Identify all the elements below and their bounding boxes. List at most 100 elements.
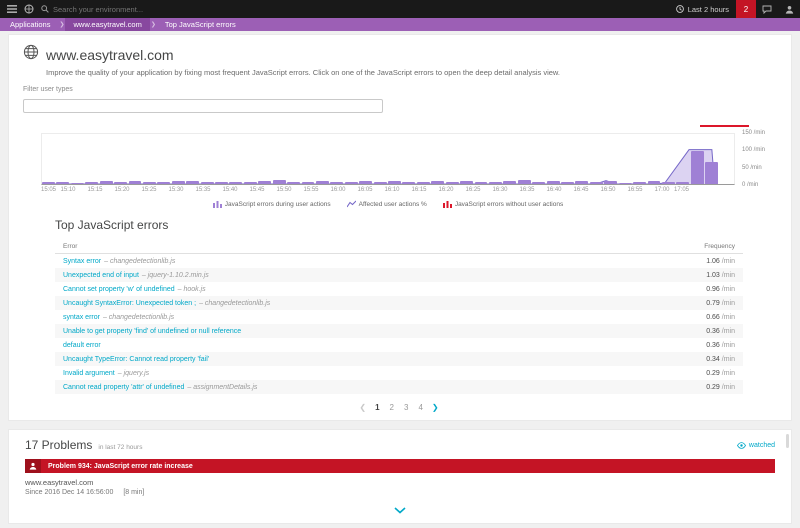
errors-bar[interactable] (215, 182, 228, 184)
errors-bar[interactable] (518, 180, 531, 184)
next-page-button[interactable]: ❯ (432, 403, 439, 412)
errors-bar[interactable] (575, 181, 588, 184)
page-button-1[interactable]: 1 (374, 403, 380, 412)
search-input[interactable] (53, 5, 203, 14)
errors-bar[interactable] (388, 181, 401, 184)
errors-bar[interactable] (431, 181, 444, 184)
error-table-row[interactable]: Syntax error – changedetectionlib.js 1.0… (55, 254, 743, 268)
time-range-selector[interactable]: Last 2 hours (676, 5, 729, 14)
errors-bar[interactable] (590, 182, 603, 184)
errors-bar[interactable] (446, 182, 459, 184)
errors-bar[interactable] (229, 182, 242, 184)
errors-bar[interactable] (302, 182, 315, 184)
error-link[interactable]: default error (63, 342, 101, 349)
breadcrumb-current-page[interactable]: Top JavaScript errors (157, 18, 244, 31)
errors-bar[interactable] (676, 182, 689, 184)
error-table-row[interactable]: Unable to get property 'find' of undefin… (55, 324, 743, 338)
error-table-row[interactable]: default error 0.36 /min (55, 338, 743, 352)
legend-errors-during-actions[interactable]: JavaScript errors during user actions (213, 200, 331, 208)
filter-user-types-input[interactable] (23, 99, 383, 113)
errors-bar[interactable] (475, 182, 488, 184)
page-button-3[interactable]: 3 (403, 403, 409, 412)
errors-bar[interactable] (345, 182, 358, 184)
errors-bar[interactable] (489, 182, 502, 184)
error-table-row[interactable]: Cannot read property 'attr' of undefined… (55, 380, 743, 394)
errors-bar[interactable] (258, 181, 271, 184)
error-table-row[interactable]: Uncaught TypeError: Cannot read property… (55, 352, 743, 366)
errors-bar[interactable] (85, 182, 98, 184)
errors-bar[interactable] (503, 181, 516, 184)
errors-bar[interactable] (604, 181, 617, 184)
errors-bar[interactable] (648, 181, 661, 184)
scrollbar-thumb[interactable] (786, 434, 789, 448)
errors-bar[interactable] (114, 182, 127, 184)
problem-duration: [8 min] (123, 489, 144, 496)
top-javascript-errors-section: Top JavaScript errors Error Frequency Sy… (55, 218, 743, 412)
error-link[interactable]: Unable to get property 'find' of undefin… (63, 328, 241, 335)
error-link[interactable]: Cannot set property 'w' of undefined (63, 286, 175, 293)
page-button-2[interactable]: 2 (389, 403, 395, 412)
table-header: Error Frequency (55, 241, 743, 254)
watched-toggle[interactable]: watched (737, 442, 775, 449)
errors-bar[interactable] (532, 182, 545, 184)
global-search[interactable] (41, 5, 203, 14)
problem-application-link[interactable]: www.easytravel.com (25, 478, 775, 487)
errors-bar[interactable] (201, 182, 214, 184)
errors-bar[interactable] (417, 182, 430, 184)
feedback-chat-icon[interactable] (756, 0, 778, 18)
problem-count-badge[interactable]: 2 (736, 0, 756, 18)
error-table-row[interactable]: Unexpected end of input – jquery-1.10.2.… (55, 268, 743, 282)
user-profile-icon[interactable] (778, 0, 800, 18)
errors-bar[interactable] (633, 182, 646, 184)
legend-affected-actions[interactable]: Affected user actions % (347, 200, 427, 208)
error-link[interactable]: Uncaught TypeError: Cannot read property… (63, 356, 209, 363)
errors-bar[interactable] (705, 162, 718, 184)
breadcrumb-application-name[interactable]: www.easytravel.com (65, 18, 149, 31)
errors-bar[interactable] (619, 183, 632, 184)
errors-bar[interactable] (42, 182, 55, 184)
legend-errors-without-actions[interactable]: JavaScript errors without user actions (443, 200, 563, 208)
errors-bar[interactable] (561, 182, 574, 184)
errors-bar[interactable] (143, 182, 156, 184)
errors-bar[interactable] (157, 182, 170, 184)
errors-bar[interactable] (186, 181, 199, 184)
errors-bar[interactable] (460, 181, 473, 184)
expand-problems-button[interactable] (9, 498, 791, 521)
app-logo-icon[interactable] (24, 4, 34, 14)
errors-bar[interactable] (56, 182, 69, 184)
chart-plot[interactable] (41, 133, 735, 185)
x-tick-label: 15:40 (222, 187, 237, 193)
error-link[interactable]: Uncaught SyntaxError: Unexpected token ; (63, 300, 196, 307)
errors-bar[interactable] (316, 181, 329, 184)
errors-bar[interactable] (359, 181, 372, 184)
page-button-4[interactable]: 4 (417, 403, 423, 412)
errors-bar[interactable] (330, 182, 343, 184)
errors-bar[interactable] (129, 181, 142, 184)
errors-bar[interactable] (691, 151, 704, 184)
error-link[interactable]: Cannot read property 'attr' of undefined (63, 384, 184, 391)
error-source-file: – hook.js (178, 286, 206, 293)
errors-bar[interactable] (547, 181, 560, 184)
hamburger-menu-icon[interactable] (7, 5, 17, 13)
error-link[interactable]: syntax error (63, 314, 100, 321)
previous-page-button[interactable]: ❮ (359, 403, 366, 412)
errors-bar[interactable] (287, 182, 300, 184)
errors-bar[interactable] (172, 181, 185, 184)
error-link[interactable]: Syntax error (63, 258, 101, 265)
x-tick-label: 15:05 (41, 187, 56, 193)
error-table-row[interactable]: syntax error – changedetectionlib.js 0.6… (55, 310, 743, 324)
errors-bar[interactable] (71, 183, 84, 184)
errors-bar[interactable] (244, 182, 257, 184)
errors-bar[interactable] (374, 182, 387, 184)
breadcrumb-applications[interactable]: Applications (2, 18, 58, 31)
error-table-row[interactable]: Cannot set property 'w' of undefined – h… (55, 282, 743, 296)
errors-bar[interactable] (662, 182, 675, 184)
errors-bar[interactable] (402, 182, 415, 184)
error-table-row[interactable]: Uncaught SyntaxError: Unexpected token ;… (55, 296, 743, 310)
error-link[interactable]: Invalid argument (63, 370, 115, 377)
errors-bar[interactable] (100, 181, 113, 184)
errors-bar[interactable] (273, 180, 286, 184)
error-link[interactable]: Unexpected end of input (63, 272, 139, 279)
problem-banner[interactable]: Problem 934: JavaScript error rate incre… (25, 459, 775, 473)
error-table-row[interactable]: Invalid argument – jquery.js 0.29 /min (55, 366, 743, 380)
